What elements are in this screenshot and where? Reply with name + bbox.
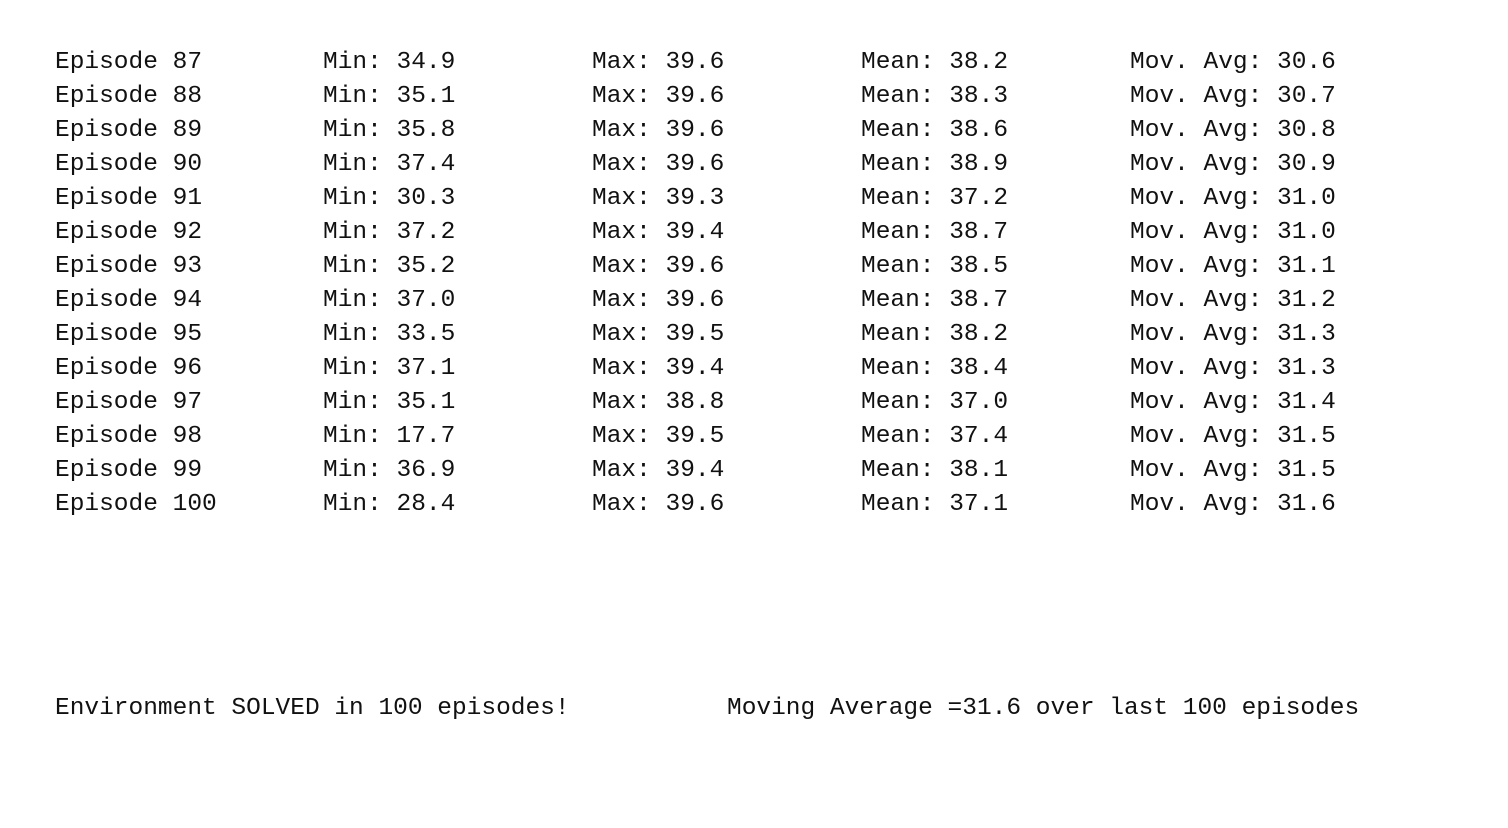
mean-value: Mean: 38.5 — [861, 253, 1009, 280]
episode-label: Episode 97 — [55, 389, 203, 416]
episode-label: Episode 88 — [55, 83, 203, 110]
episode-label: Episode 91 — [55, 185, 203, 212]
max-value: Max: 39.6 — [592, 287, 725, 314]
moving-average-value: Mov. Avg: 30.7 — [1130, 83, 1336, 110]
max-value: Max: 38.8 — [592, 389, 725, 416]
mean-value: Mean: 38.2 — [861, 49, 1009, 76]
episode-label: Episode 99 — [55, 457, 203, 484]
min-value: Min: 33.5 — [323, 321, 456, 348]
max-value: Max: 39.6 — [592, 151, 725, 178]
log-row: Episode 99 Min: 36.9 Max: 39.4 Mean: 38.1 Mo… — [55, 454, 1336, 488]
min-value: Min: 30.3 — [323, 185, 456, 212]
log-row: Episode 91 Min: 30.3 Max: 39.3 Mean: 37.2 Mo… — [55, 182, 1336, 216]
max-value: Max: 39.6 — [592, 491, 725, 518]
log-row: Episode 97 Min: 35.1 Max: 38.8 Mean: 37.0 Mo… — [55, 386, 1336, 420]
min-value: Min: 28.4 — [323, 491, 456, 518]
max-value: Max: 39.6 — [592, 253, 725, 280]
episode-label: Episode 90 — [55, 151, 203, 178]
min-value: Min: 37.1 — [323, 355, 456, 382]
max-value: Max: 39.5 — [592, 423, 725, 450]
mean-value: Mean: 38.1 — [861, 457, 1009, 484]
log-row: Episode 94 Min: 37.0 Max: 39.6 Mean: 38.7 Mo… — [55, 284, 1336, 318]
mean-value: Mean: 38.7 — [861, 219, 1009, 246]
log-row: Episode 93 Min: 35.2 Max: 39.6 Mean: 38.5 Mo… — [55, 250, 1336, 284]
log-row: Episode 90 Min: 37.4 Max: 39.6 Mean: 38.9 Mo… — [55, 148, 1336, 182]
mean-value: Mean: 38.4 — [861, 355, 1009, 382]
max-value: Max: 39.6 — [592, 49, 725, 76]
episode-label: Episode 98 — [55, 423, 203, 450]
moving-average-value: Mov. Avg: 31.2 — [1130, 287, 1336, 314]
mean-value: Mean: 37.2 — [861, 185, 1009, 212]
episode-label: Episode 87 — [55, 49, 203, 76]
log-row: Episode 92 Min: 37.2 Max: 39.4 Mean: 38.7 Mo… — [55, 216, 1336, 250]
moving-average-value: Mov. Avg: 31.0 — [1130, 185, 1336, 212]
mean-value: Mean: 38.7 — [861, 287, 1009, 314]
min-value: Min: 35.1 — [323, 389, 456, 416]
log-rows: Episode 87 Min: 34.9 Max: 39.6 Mean: 38.2 Mo… — [55, 46, 1336, 522]
mean-value: Mean: 38.2 — [861, 321, 1009, 348]
log-row: Episode 87 Min: 34.9 Max: 39.6 Mean: 38.2 Mo… — [55, 46, 1336, 80]
min-value: Min: 35.1 — [323, 83, 456, 110]
moving-average-value: Mov. Avg: 31.3 — [1130, 321, 1336, 348]
moving-average-value: Mov. Avg: 30.8 — [1130, 117, 1336, 144]
moving-average-value: Mov. Avg: 31.3 — [1130, 355, 1336, 382]
mean-value: Mean: 37.4 — [861, 423, 1009, 450]
max-value: Max: 39.6 — [592, 117, 725, 144]
log-row: Episode 98 Min: 17.7 Max: 39.5 Mean: 37.4 Mo… — [55, 420, 1336, 454]
mean-value: Mean: 38.9 — [861, 151, 1009, 178]
min-value: Min: 35.8 — [323, 117, 456, 144]
episode-label: Episode 100 — [55, 491, 217, 518]
log-row: Episode 88 Min: 35.1 Max: 39.6 Mean: 38.3 Mo… — [55, 80, 1336, 114]
mean-value: Mean: 37.0 — [861, 389, 1009, 416]
max-value: Max: 39.4 — [592, 355, 725, 382]
log-row: Episode 89 Min: 35.8 Max: 39.6 Mean: 38.6 Mo… — [55, 114, 1336, 148]
min-value: Min: 35.2 — [323, 253, 456, 280]
solved-message: Environment SOLVED in 100 episodes! — [55, 695, 570, 722]
episode-label: Episode 92 — [55, 219, 203, 246]
episode-label: Episode 96 — [55, 355, 203, 382]
mean-value: Mean: 38.3 — [861, 83, 1009, 110]
moving-average-value: Mov. Avg: 31.0 — [1130, 219, 1336, 246]
moving-average-value: Mov. Avg: 30.6 — [1130, 49, 1336, 76]
min-value: Min: 37.2 — [323, 219, 456, 246]
max-value: Max: 39.5 — [592, 321, 725, 348]
log-row: Episode 95 Min: 33.5 Max: 39.5 Mean: 38.2 Mo… — [55, 318, 1336, 352]
max-value: Max: 39.3 — [592, 185, 725, 212]
max-value: Max: 39.4 — [592, 457, 725, 484]
min-value: Min: 37.4 — [323, 151, 456, 178]
moving-average-value: Mov. Avg: 30.9 — [1130, 151, 1336, 178]
min-value: Min: 34.9 — [323, 49, 456, 76]
max-value: Max: 39.4 — [592, 219, 725, 246]
episode-label: Episode 94 — [55, 287, 203, 314]
max-value: Max: 39.6 — [592, 83, 725, 110]
mean-value: Mean: 37.1 — [861, 491, 1009, 518]
summary-line: Environment SOLVED in 100 episodes! Movi… — [55, 692, 1359, 726]
log-row: Episode 96 Min: 37.1 Max: 39.4 Mean: 38.4 Mo… — [55, 352, 1336, 386]
moving-average-message: Moving Average =31.6 over last 100 episo… — [727, 695, 1360, 722]
moving-average-value: Mov. Avg: 31.4 — [1130, 389, 1336, 416]
mean-value: Mean: 38.6 — [861, 117, 1009, 144]
moving-average-value: Mov. Avg: 31.5 — [1130, 457, 1336, 484]
episode-label: Episode 89 — [55, 117, 203, 144]
min-value: Min: 17.7 — [323, 423, 456, 450]
episode-label: Episode 93 — [55, 253, 203, 280]
training-log-output: Episode 87 Min: 34.9 Max: 39.6 Mean: 38.2 Mo… — [55, 0, 1359, 760]
moving-average-value: Mov. Avg: 31.6 — [1130, 491, 1336, 518]
min-value: Min: 36.9 — [323, 457, 456, 484]
moving-average-value: Mov. Avg: 31.5 — [1130, 423, 1336, 450]
moving-average-value: Mov. Avg: 31.1 — [1130, 253, 1336, 280]
min-value: Min: 37.0 — [323, 287, 456, 314]
log-row: Episode 100 Min: 28.4 Max: 39.6 Mean: 37.1 M… — [55, 488, 1336, 522]
episode-label: Episode 95 — [55, 321, 203, 348]
